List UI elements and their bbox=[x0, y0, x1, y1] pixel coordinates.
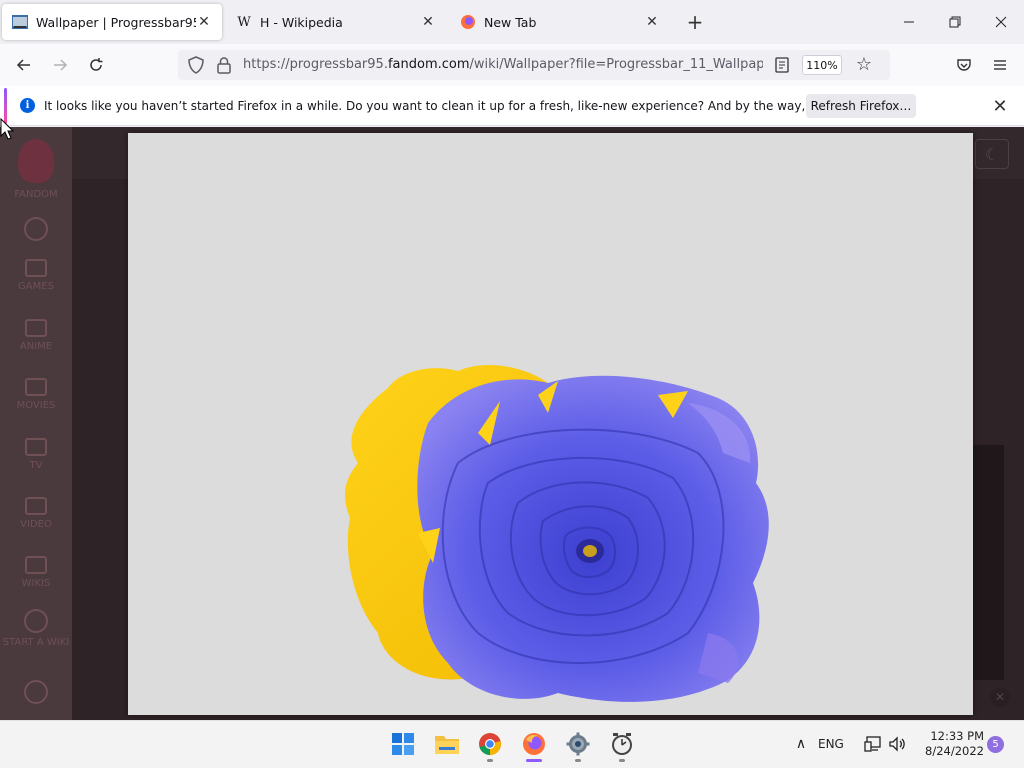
fandom-favicon-icon bbox=[12, 14, 28, 30]
tab-title: H - Wikipedia bbox=[260, 14, 343, 30]
pocket-icon bbox=[957, 59, 971, 71]
zoom-level-button[interactable]: 110% bbox=[802, 55, 842, 75]
show-hidden-icons-chevron-icon[interactable]: ∧ bbox=[792, 735, 810, 753]
rail-item-movies[interactable]: MOVIES bbox=[0, 378, 72, 411]
back-button[interactable] bbox=[10, 52, 38, 78]
minimize-window-button[interactable] bbox=[894, 8, 924, 36]
close-icon bbox=[995, 16, 1007, 28]
rail-item-tv[interactable]: TV bbox=[0, 438, 72, 471]
tracking-protection-shield-icon[interactable] bbox=[188, 56, 204, 74]
pocket-button[interactable] bbox=[950, 52, 978, 78]
wallpaper-lightbox-image[interactable] bbox=[128, 133, 973, 715]
input-language[interactable]: ENG bbox=[818, 737, 844, 751]
rail-item-games[interactable]: GAMES bbox=[0, 259, 72, 292]
firefox-active-indicator bbox=[526, 759, 542, 762]
restore-window-button[interactable] bbox=[940, 8, 970, 36]
info-icon: i bbox=[20, 98, 35, 113]
tab-strip: Wallpaper | Progressbar95 Wiki ✕ W H - W… bbox=[0, 0, 1024, 44]
reload-button[interactable] bbox=[82, 52, 110, 78]
file-explorer-icon[interactable] bbox=[432, 729, 462, 759]
settings-running-indicator bbox=[575, 759, 581, 762]
close-window-button[interactable] bbox=[986, 8, 1016, 36]
notification-count-badge[interactable]: 5 bbox=[987, 736, 1004, 753]
dark-mode-toggle-icon[interactable]: ☾ bbox=[975, 139, 1009, 169]
tab-title: New Tab bbox=[484, 14, 537, 30]
clock-time: 12:33 PM bbox=[930, 729, 984, 743]
refresh-firefox-button[interactable]: Refresh Firefox… bbox=[806, 94, 916, 118]
url-text[interactable]: https://progressbar95.fandom.com/wiki/Wa… bbox=[243, 57, 763, 72]
new-tab-button[interactable]: + bbox=[683, 10, 707, 34]
rail-item-anime[interactable]: ANIME bbox=[0, 319, 72, 352]
clock-app-icon[interactable] bbox=[607, 729, 637, 759]
forward-arrow-icon bbox=[54, 59, 68, 71]
tab-new-tab[interactable]: New Tab ✕ bbox=[450, 4, 670, 40]
tab-title: Wallpaper | Progressbar95 Wiki bbox=[36, 14, 196, 30]
bookmark-star-icon[interactable]: ☆ bbox=[854, 54, 874, 75]
chrome-running-indicator bbox=[487, 759, 493, 762]
tv-icon bbox=[25, 438, 47, 456]
notification-message: It looks like you haven’t started Firefo… bbox=[44, 99, 900, 113]
refresh-firefox-notification: i It looks like you haven’t started Fire… bbox=[0, 86, 1024, 126]
url-prefix: https://progressbar95. bbox=[243, 57, 388, 72]
wallpaper-flower-image bbox=[344, 364, 769, 702]
back-arrow-icon bbox=[16, 59, 30, 71]
settings-icon[interactable] bbox=[563, 729, 593, 759]
reader-view-icon[interactable] bbox=[774, 57, 790, 73]
network-icon[interactable] bbox=[864, 735, 882, 753]
lock-icon[interactable] bbox=[217, 56, 231, 74]
mouse-cursor-icon bbox=[0, 118, 14, 140]
video-icon bbox=[25, 497, 47, 515]
restore-icon bbox=[949, 16, 961, 28]
navigation-toolbar: https://progressbar95.fandom.com/wiki/Wa… bbox=[0, 44, 1024, 86]
url-bar[interactable]: https://progressbar95.fandom.com/wiki/Wa… bbox=[178, 50, 890, 80]
wikis-icon bbox=[25, 556, 47, 574]
dimmed-side-panel bbox=[972, 445, 1004, 680]
games-icon bbox=[25, 259, 47, 277]
clock-date: 8/24/2022 bbox=[925, 744, 984, 758]
search-icon[interactable] bbox=[0, 217, 72, 245]
reload-icon bbox=[90, 58, 103, 71]
rail-item-wikis[interactable]: WIKIS bbox=[0, 556, 72, 589]
fandom-global-rail: FANDOM GAMES ANIME MOVIES TV VIDEO WIKIS… bbox=[0, 127, 72, 720]
windows-start-icon[interactable] bbox=[388, 729, 418, 759]
page-content: FANDOM GAMES ANIME MOVIES TV VIDEO WIKIS… bbox=[0, 127, 1024, 720]
plus-icon bbox=[24, 609, 48, 633]
volume-icon[interactable] bbox=[888, 735, 906, 753]
anime-icon bbox=[25, 319, 47, 337]
firefox-favicon-icon bbox=[460, 14, 476, 30]
firefox-icon[interactable] bbox=[519, 729, 549, 759]
forward-button[interactable] bbox=[46, 52, 74, 78]
hamburger-menu-icon bbox=[994, 60, 1006, 70]
close-notification-icon[interactable]: ✕ bbox=[990, 96, 1010, 117]
url-path: /wiki/Wallpaper?file=Progressbar_11_Wall… bbox=[469, 57, 763, 72]
chrome-icon[interactable] bbox=[475, 729, 505, 759]
tab-wallpaper[interactable]: Wallpaper | Progressbar95 Wiki ✕ bbox=[2, 4, 222, 40]
clock-app-running-indicator bbox=[619, 759, 625, 762]
close-tab-icon[interactable]: ✕ bbox=[644, 14, 660, 30]
fandom-logo-label: FANDOM bbox=[14, 189, 58, 200]
minimize-icon bbox=[904, 21, 914, 23]
url-host: fandom.com bbox=[387, 57, 470, 72]
wikipedia-favicon-icon: W bbox=[237, 14, 251, 30]
rail-item-video[interactable]: VIDEO bbox=[0, 497, 72, 530]
app-menu-button[interactable] bbox=[986, 52, 1014, 78]
user-avatar-icon[interactable] bbox=[0, 680, 72, 708]
lightbox-close-icon[interactable]: ✕ bbox=[990, 687, 1010, 707]
close-tab-icon[interactable]: ✕ bbox=[196, 14, 212, 30]
system-clock[interactable]: 12:33 PM 8/24/2022 bbox=[912, 729, 984, 759]
tab-wikipedia[interactable]: W H - Wikipedia ✕ bbox=[226, 4, 446, 40]
windows-taskbar: ∧ ENG 12:33 PM 8/24/2022 5 bbox=[0, 720, 1024, 768]
fandom-logo-icon[interactable] bbox=[18, 139, 54, 183]
close-tab-icon[interactable]: ✕ bbox=[420, 14, 436, 30]
rail-item-start-a-wiki[interactable]: START A WIKI bbox=[0, 609, 72, 648]
movies-icon bbox=[25, 378, 47, 396]
